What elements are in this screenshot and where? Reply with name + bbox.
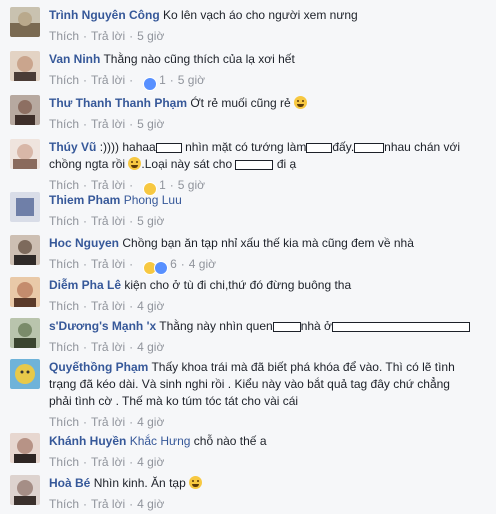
like-reaction-icon (143, 76, 158, 91)
comment-time[interactable]: 4 giờ (137, 497, 164, 511)
comment-text: nhà ở (300, 319, 332, 333)
comment-author[interactable]: Thư Thanh Thanh Phạm (49, 96, 187, 110)
avatar[interactable] (10, 475, 40, 505)
reply-button[interactable]: Trả lời (91, 214, 125, 228)
comment-text: Thằng nào cũng thích của lạ xơi hết (103, 52, 295, 66)
reply-button[interactable]: Trả lời (91, 29, 125, 43)
mention-link[interactable]: Phong Luu (124, 193, 182, 207)
avatar[interactable] (10, 139, 40, 169)
comment-time[interactable]: 4 giờ (137, 340, 164, 354)
like-button[interactable]: Thích (49, 178, 79, 192)
reply-button[interactable]: Trả lời (91, 178, 125, 192)
comment-text: Ớt rẻ muối cũng rẻ (190, 96, 291, 110)
avatar[interactable] (10, 95, 40, 125)
like-reaction-icon (154, 260, 169, 275)
comment-author[interactable]: Hoc Nguyen (49, 236, 119, 250)
comment-time[interactable]: 5 giờ (137, 29, 164, 43)
reply-button[interactable]: Trả lời (91, 257, 125, 271)
comment-time[interactable]: 5 giờ (137, 214, 164, 228)
comment-text: Chồng bạn ăn tạp nhỉ xấu thế kia mà cũng… (122, 236, 414, 250)
comment-time[interactable]: 5 giờ (137, 117, 164, 131)
reply-button[interactable]: Trả lời (91, 415, 125, 429)
reply-button[interactable]: Trả lời (91, 299, 125, 313)
censor-box (272, 321, 301, 332)
like-button[interactable]: Thích (49, 497, 79, 511)
avatar[interactable] (10, 192, 40, 222)
avatar[interactable] (10, 359, 40, 389)
comment-author[interactable]: Hoà Bé (49, 476, 90, 490)
comment-author[interactable]: Thiem Pham (49, 193, 120, 207)
like-button[interactable]: Thích (49, 415, 79, 429)
reaction-summary[interactable] (143, 259, 169, 275)
comment-text: Nhìn kinh. Ăn tạp (93, 476, 186, 490)
comment-author[interactable]: Quyếthồng Phạm (49, 360, 148, 374)
comment-author[interactable]: Trình Nguyên Công (49, 8, 160, 22)
comment-text: đi ạ (276, 157, 297, 171)
mention-link[interactable]: Khắc Hưng (130, 434, 191, 448)
reply-button[interactable]: Trả lời (91, 455, 125, 469)
reaction-summary[interactable] (143, 75, 158, 91)
reaction-count[interactable]: 1 (159, 73, 166, 87)
reply-button[interactable]: Trả lời (91, 73, 125, 87)
avatar[interactable] (10, 318, 40, 348)
censor-box (331, 321, 470, 332)
like-button[interactable]: Thích (49, 455, 79, 469)
comment-time[interactable]: 5 giờ (178, 73, 205, 87)
comment-time[interactable]: 4 giờ (137, 455, 164, 469)
avatar[interactable] (10, 51, 40, 81)
comment-time[interactable]: 4 giờ (137, 415, 164, 429)
like-button[interactable]: Thích (49, 340, 79, 354)
crying-emoji-icon (294, 96, 308, 109)
comment-author[interactable]: Thúy Vũ (49, 140, 96, 154)
comment-author[interactable]: Khánh Huyền (49, 434, 126, 448)
comment-text: Thằng này nhìn quen (159, 319, 273, 333)
comment-text: chỗ nào thế a (193, 434, 267, 448)
reply-button[interactable]: Trả lời (91, 340, 125, 354)
comment-text: Ko lên vạch áo cho người xem nưng (163, 8, 358, 22)
censor-box (306, 142, 333, 153)
like-button[interactable]: Thích (49, 214, 79, 228)
comment-author[interactable]: Van Ninh (49, 52, 100, 66)
comment-text: .Loại này sát cho (141, 157, 233, 171)
avatar[interactable] (10, 235, 40, 265)
smile-emoji-icon (128, 157, 142, 170)
comment-author[interactable]: s'Dương's Mạnh 'x (49, 319, 156, 333)
reaction-count[interactable]: 1 (159, 178, 166, 192)
like-button[interactable]: Thích (49, 299, 79, 313)
comment-text: nhìn mặt có tướng làm (185, 140, 307, 154)
comment-text: đấy. (332, 140, 355, 154)
avatar[interactable] (10, 433, 40, 463)
comment-text: :)))) hahaa (99, 140, 156, 154)
like-button[interactable]: Thích (49, 73, 79, 87)
avatar[interactable] (10, 277, 40, 307)
comment-time[interactable]: 5 giờ (178, 178, 205, 192)
reply-button[interactable]: Trả lời (91, 497, 125, 511)
comment-time[interactable]: 4 giờ (189, 257, 216, 271)
reaction-count[interactable]: 6 (170, 257, 177, 271)
like-button[interactable]: Thích (49, 29, 79, 43)
censor-box (155, 142, 182, 153)
comment-text: kiện cho ở tù đi chi,thứ đó đừng buông t… (124, 278, 352, 292)
laughing-emoji-icon (189, 476, 203, 489)
comment-author[interactable]: Diễm Pha Lê (49, 278, 121, 292)
like-button[interactable]: Thích (49, 117, 79, 131)
censor-box (235, 159, 274, 170)
avatar[interactable] (10, 7, 40, 37)
censor-box (354, 142, 385, 153)
reply-button[interactable]: Trả lời (91, 117, 125, 131)
like-button[interactable]: Thích (49, 257, 79, 271)
comment-time[interactable]: 4 giờ (137, 299, 164, 313)
